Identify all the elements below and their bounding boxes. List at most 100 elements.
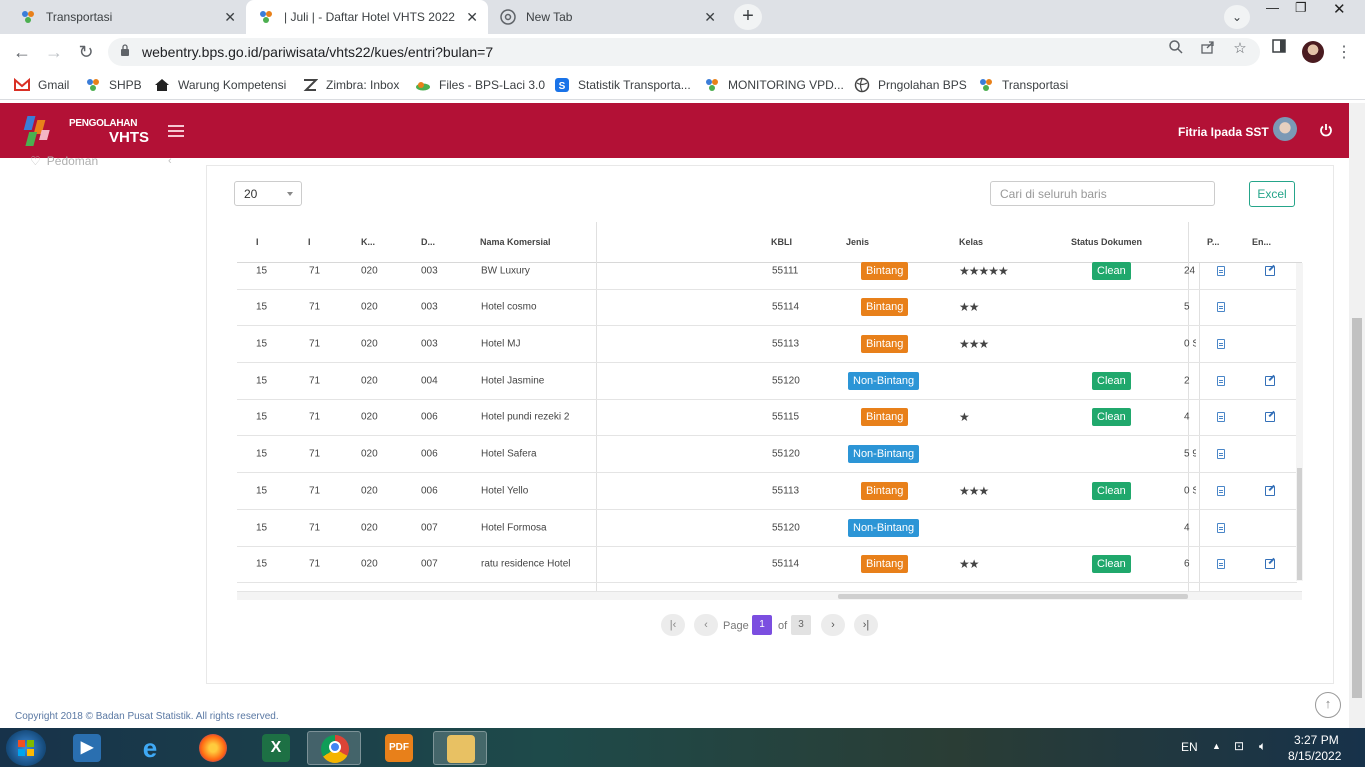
- table-scrollbar-thumb[interactable]: [838, 594, 1188, 599]
- hamburger-menu-icon[interactable]: [168, 125, 184, 137]
- close-window-icon[interactable]: ✕: [1333, 0, 1346, 20]
- table-row[interactable]: 15 71 020 007 ratu residence Hotel 55114 Binta…: [237, 546, 1297, 583]
- chrome-taskbar-icon[interactable]: [307, 731, 361, 765]
- bookmark-files[interactable]: Files - BPS-Laci 3.0: [415, 77, 545, 93]
- document-icon[interactable]: [1217, 339, 1225, 349]
- first-page-icon[interactable]: |‹: [661, 614, 685, 636]
- table-row[interactable]: 15 71 020 007 Hotel Formosa 55120 Non-Bintang 4: [237, 510, 1297, 547]
- bookmark-statistik[interactable]: S Statistik Transporta...: [554, 77, 691, 93]
- prev-page-icon[interactable]: ‹: [694, 614, 718, 636]
- pdf-icon[interactable]: PDF: [372, 731, 426, 765]
- forward-arrow-icon[interactable]: →: [42, 40, 66, 64]
- tray-chevron-icon[interactable]: ▲: [1212, 741, 1221, 751]
- table-row[interactable]: 15 71 020 003 Hotel cosmo 55114 Bintang ★★ 5: [237, 289, 1297, 326]
- table-row[interactable]: 15 71 020 006 Hotel Safera 55120 Non-Bintang 5 …: [237, 436, 1297, 473]
- bookmark-gmail[interactable]: Gmail: [14, 77, 69, 93]
- restore-icon[interactable]: ❐: [1295, 0, 1307, 20]
- internet-explorer-icon[interactable]: e: [123, 731, 177, 765]
- close-tab-icon[interactable]: ✕: [224, 9, 236, 26]
- bookmark-star-icon[interactable]: ☆: [1230, 39, 1250, 59]
- edit-icon[interactable]: [1265, 266, 1275, 276]
- excel-icon[interactable]: X: [249, 731, 303, 765]
- table-scrollbar-thumb[interactable]: [1297, 468, 1302, 580]
- header-c3[interactable]: K...: [361, 237, 375, 247]
- header-c1[interactable]: I: [256, 237, 259, 247]
- document-icon[interactable]: [1217, 376, 1225, 386]
- browser-toolbar: ← → ↻ webentry.bps.go.id/pariwisata/vhts…: [0, 34, 1365, 70]
- document-icon[interactable]: [1217, 266, 1225, 276]
- header-en[interactable]: En...: [1252, 237, 1271, 247]
- edit-icon[interactable]: [1265, 376, 1275, 386]
- excel-button[interactable]: Excel: [1249, 181, 1295, 207]
- page-size-select[interactable]: 20: [234, 181, 302, 206]
- header-nama-komersial[interactable]: Nama Komersial: [480, 237, 551, 247]
- table-row[interactable]: 15 71 020 006 Hotel pundi rezeki 2 55115 Binta…: [237, 399, 1297, 436]
- chevron-left-icon[interactable]: ‹: [168, 155, 172, 167]
- header-kelas[interactable]: Kelas: [959, 237, 983, 247]
- power-icon[interactable]: [1319, 123, 1333, 137]
- header-c2[interactable]: I: [308, 237, 311, 247]
- document-icon[interactable]: [1217, 523, 1225, 533]
- bookmark-zimbra[interactable]: Zimbra: Inbox: [302, 77, 399, 93]
- header-p[interactable]: P...: [1207, 237, 1219, 247]
- file-explorer-icon[interactable]: [433, 731, 487, 765]
- reload-icon[interactable]: ↻: [74, 40, 98, 64]
- document-icon[interactable]: [1217, 302, 1225, 312]
- side-panel-icon[interactable]: [1269, 39, 1289, 59]
- header-status-dokumen[interactable]: Status Dokumen: [1071, 237, 1142, 247]
- document-icon[interactable]: [1217, 412, 1225, 422]
- close-tab-icon[interactable]: ✕: [704, 9, 716, 26]
- header-jenis[interactable]: Jenis: [846, 237, 869, 247]
- language-indicator[interactable]: EN: [1181, 740, 1198, 754]
- table-row[interactable]: 15 71 020 003 BW Luxury 55111 Bintang ★★★★★ Clea…: [237, 253, 1297, 290]
- scroll-to-top-icon[interactable]: ↑: [1315, 692, 1341, 718]
- media-player-icon[interactable]: ▶: [60, 731, 114, 765]
- new-tab-button[interactable]: +: [734, 4, 762, 30]
- table-row[interactable]: 15 71 020 003 Hotel MJ 55113 Bintang ★★★ 0 S: [237, 326, 1297, 363]
- header-c4[interactable]: D...: [421, 237, 435, 247]
- table-row[interactable]: 15 71 020 006 Hotel Yello 55113 Bintang ★★★ Clea…: [237, 473, 1297, 510]
- address-bar[interactable]: webentry.bps.go.id/pariwisata/vhts22/kue…: [108, 38, 1260, 66]
- tab-search-chevron-icon[interactable]: ⌄: [1224, 5, 1250, 29]
- last-page-icon[interactable]: ›|: [854, 614, 878, 636]
- table-row[interactable]: 15 71 020 004 Hotel Jasmine 55120 Non-Bintang C…: [237, 363, 1297, 400]
- tab-transportasi[interactable]: Transportasi ✕: [8, 0, 246, 34]
- header-kbli[interactable]: KBLI: [771, 237, 792, 247]
- edit-icon[interactable]: [1265, 412, 1275, 422]
- sidebar-item-pedoman[interactable]: ♡ Pedoman: [30, 154, 98, 168]
- next-page-icon[interactable]: ›: [821, 614, 845, 636]
- bookmark-pengolahan[interactable]: Prngolahan BPS: [854, 77, 967, 93]
- back-arrow-icon[interactable]: ←: [10, 40, 34, 64]
- bookmark-monitoring[interactable]: MONITORING VPD...: [704, 77, 844, 93]
- share-icon[interactable]: [1198, 39, 1218, 59]
- clock-date[interactable]: 8/15/2022: [1288, 749, 1341, 763]
- network-icon[interactable]: ⊡: [1234, 739, 1244, 753]
- minimize-icon[interactable]: —: [1266, 0, 1279, 20]
- user-name[interactable]: Fitria Ipada SST: [1178, 125, 1269, 139]
- current-page[interactable]: 1: [752, 615, 772, 635]
- search-input[interactable]: [990, 181, 1215, 206]
- page-scrollbar-thumb[interactable]: [1352, 318, 1362, 698]
- table-vertical-scrollbar[interactable]: [1296, 263, 1303, 581]
- zoom-search-icon[interactable]: [1166, 39, 1186, 59]
- bookmark-shpb[interactable]: SHPB: [85, 77, 142, 93]
- chrome-menu-icon[interactable]: ⋮: [1336, 42, 1352, 62]
- document-icon[interactable]: [1217, 486, 1225, 496]
- bookmark-warung[interactable]: Warung Kompetensi: [154, 77, 286, 93]
- page-scrollbar[interactable]: [1349, 103, 1365, 728]
- tab-daftar-hotel[interactable]: | Juli | - Daftar Hotel VHTS 2022 ✕: [246, 0, 488, 34]
- close-tab-icon[interactable]: ✕: [466, 9, 478, 26]
- firefox-icon[interactable]: [186, 731, 240, 765]
- clock-time[interactable]: 3:27 PM: [1294, 733, 1339, 747]
- document-icon[interactable]: [1217, 559, 1225, 569]
- edit-icon[interactable]: [1265, 486, 1275, 496]
- volume-icon[interactable]: 🔈︎: [1259, 739, 1266, 754]
- user-avatar[interactable]: [1273, 117, 1297, 141]
- edit-icon[interactable]: [1265, 559, 1275, 569]
- table-horizontal-scrollbar[interactable]: [237, 591, 1302, 600]
- bookmark-transportasi[interactable]: Transportasi: [978, 77, 1068, 93]
- start-button[interactable]: [6, 730, 46, 766]
- tab-new-tab[interactable]: New Tab ✕: [488, 0, 726, 34]
- document-icon[interactable]: [1217, 449, 1225, 459]
- profile-avatar[interactable]: [1302, 41, 1324, 63]
